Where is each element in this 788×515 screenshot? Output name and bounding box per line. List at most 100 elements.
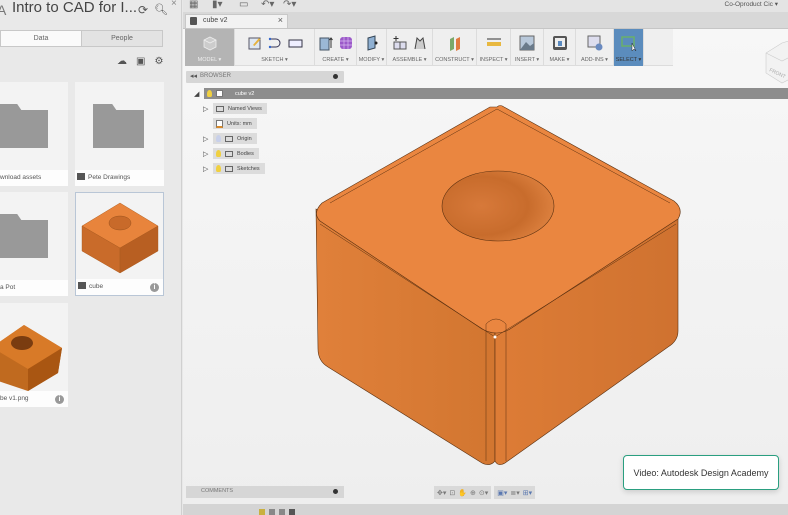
- expand-triangle-icon[interactable]: ▷: [203, 135, 213, 143]
- tree-node-bodies[interactable]: ▷ Bodies: [203, 148, 259, 159]
- toast-text: Video: Autodesk Design Academy: [633, 467, 769, 478]
- viewports-icon[interactable]: ⊞▾: [523, 489, 532, 497]
- navigation-bar: ✥▾ ⊡ ✋ ⊕ ⊙▾ ▣▾ ≣▾ ⊞▾: [434, 486, 536, 499]
- rectangle-icon[interactable]: [287, 35, 303, 51]
- upload-icon[interactable]: ☁: [117, 56, 127, 67]
- video-credit-toast: Video: Autodesk Design Academy: [623, 455, 779, 490]
- app-topbar: ▦ ▮▾ ▭ ↶▾ ↷▾ Co-Oproduct Cic ▾: [183, 0, 788, 12]
- search-icon[interactable]: 🔍︎: [154, 3, 168, 16]
- joint-icon[interactable]: [412, 35, 428, 51]
- pan-icon[interactable]: ✋: [458, 489, 467, 497]
- add-ins-group[interactable]: ADD-INS ▾: [576, 29, 614, 66]
- view-cube[interactable]: FRONT: [762, 37, 788, 85]
- fit-icon[interactable]: ⊙▾: [479, 489, 488, 497]
- arc-icon[interactable]: [267, 35, 283, 51]
- orbit-icon[interactable]: ✥▾: [437, 489, 446, 497]
- measure-icon[interactable]: [486, 35, 502, 51]
- create-group[interactable]: CREATE ▾: [315, 29, 357, 66]
- folder-name: a Pot: [0, 280, 68, 296]
- visibility-bulb-icon[interactable]: [216, 165, 221, 172]
- comments-title: COMMENTS: [201, 488, 234, 494]
- data-panel-tabs: Data People: [0, 30, 163, 47]
- construct-group[interactable]: CONSTRUCT ▾: [433, 29, 477, 66]
- browser-title: BROWSER: [200, 73, 232, 79]
- timeline-marker-icon[interactable]: [289, 509, 295, 515]
- project-title[interactable]: Intro to CAD for I...: [12, 0, 137, 16]
- create-sketch-icon[interactable]: [247, 35, 263, 51]
- tree-root[interactable]: ◢ cube v2: [194, 88, 788, 99]
- select-cursor-icon[interactable]: [620, 35, 637, 51]
- browser-panel-header[interactable]: ◂◂ BROWSER: [186, 71, 344, 83]
- timeline-feature-icon[interactable]: [279, 509, 285, 515]
- autodesk-logo-icon: A: [0, 2, 7, 18]
- tree-node-origin[interactable]: ▷ Origin: [203, 133, 257, 144]
- display-settings-icon[interactable]: ▣▾: [497, 489, 507, 497]
- expand-triangle-icon[interactable]: ▷: [203, 150, 213, 158]
- grid-snaps-icon[interactable]: ≣▾: [510, 489, 519, 497]
- new-folder-icon[interactable]: ▣: [136, 56, 145, 67]
- visibility-bulb-icon[interactable]: [216, 150, 221, 157]
- viewport-canvas[interactable]: MODEL ▾ SKETCH ▾ CREATE ▾ MODIFY ▾ ASSEM…: [183, 29, 788, 515]
- expand-triangle-icon[interactable]: ▷: [203, 165, 213, 173]
- collapse-icon[interactable]: ◂◂: [190, 72, 197, 80]
- press-pull-icon[interactable]: [364, 35, 380, 51]
- folder-card[interactable]: Pete Drawings: [75, 82, 164, 186]
- offset-plane-icon[interactable]: [447, 35, 463, 51]
- app-root: A Intro to CAD for I... ⟳ 🔍︎ × Data Peop…: [0, 0, 788, 515]
- select-group[interactable]: SELECT ▾: [614, 29, 644, 66]
- tab-data[interactable]: Data: [1, 31, 82, 46]
- folder-card[interactable]: a Pot: [0, 192, 68, 296]
- info-icon[interactable]: i: [55, 395, 64, 404]
- inspect-group[interactable]: INSPECT ▾: [477, 29, 511, 66]
- redo-icon[interactable]: ↷▾: [283, 0, 296, 10]
- insert-group[interactable]: INSERT ▾: [511, 29, 544, 66]
- document-tab[interactable]: cube v2 ×: [185, 14, 288, 28]
- undo-icon[interactable]: ↶▾: [261, 0, 274, 10]
- component-icon: [216, 90, 223, 97]
- sketch-group[interactable]: SKETCH ▾: [235, 29, 315, 66]
- insert-image-icon[interactable]: [519, 35, 535, 51]
- document-tabbar: cube v2 ×: [183, 12, 788, 29]
- comments-panel[interactable]: COMMENTS: [186, 486, 344, 498]
- close-icon[interactable]: ×: [171, 0, 177, 9]
- assemble-group[interactable]: ASSEMBLE ▾: [387, 29, 433, 66]
- timeline-feature-icon[interactable]: [269, 509, 275, 515]
- visibility-bulb-icon[interactable]: [207, 90, 212, 97]
- look-at-icon[interactable]: ⊡: [449, 489, 455, 497]
- collapse-triangle-icon[interactable]: ◢: [194, 90, 204, 98]
- form-icon[interactable]: [338, 35, 354, 51]
- image-card[interactable]: be v1.png i: [0, 303, 68, 407]
- gear-icon[interactable]: ⚙: [154, 56, 163, 67]
- pin-icon[interactable]: [333, 74, 338, 79]
- workspace-model[interactable]: MODEL ▾: [185, 29, 235, 66]
- visibility-bulb-icon[interactable]: [216, 135, 221, 142]
- design-card-cube[interactable]: cube i: [75, 192, 164, 296]
- tree-node-named-views[interactable]: ▷ Named Views: [203, 103, 267, 114]
- pin-icon[interactable]: [333, 489, 338, 494]
- expand-triangle-icon[interactable]: ▷: [203, 105, 213, 113]
- tree-node-units[interactable]: Units: mm: [213, 118, 257, 129]
- tab-people[interactable]: People: [82, 31, 162, 46]
- new-component-icon[interactable]: [392, 35, 408, 51]
- info-icon[interactable]: i: [150, 283, 159, 292]
- folder-name: wnload assets: [0, 170, 68, 186]
- cube-model-3d[interactable]: [310, 99, 690, 469]
- tree-node-sketches[interactable]: ▷ Sketches: [203, 163, 265, 174]
- folder-icon: [225, 165, 233, 172]
- scripts-icon[interactable]: [587, 35, 603, 51]
- timeline-bar[interactable]: [183, 504, 788, 515]
- timeline-feature-icon[interactable]: [259, 509, 265, 515]
- close-tab-icon[interactable]: ×: [278, 15, 283, 25]
- refresh-icon[interactable]: ⟳: [138, 3, 148, 17]
- zoom-icon[interactable]: ⊕: [470, 489, 476, 497]
- file-icon[interactable]: ▮▾: [212, 0, 223, 10]
- make-group[interactable]: MAKE ▾: [544, 29, 576, 66]
- modify-group[interactable]: MODIFY ▾: [357, 29, 387, 66]
- save-icon[interactable]: ▭: [239, 0, 248, 10]
- folder-card[interactable]: wnload assets: [0, 82, 68, 186]
- extrude-icon[interactable]: [318, 35, 334, 51]
- node-label: Origin: [237, 135, 252, 142]
- user-menu[interactable]: Co-Oproduct Cic ▾: [725, 0, 778, 8]
- 3d-print-icon[interactable]: [552, 35, 568, 51]
- grid-icon[interactable]: ▦: [189, 0, 198, 10]
